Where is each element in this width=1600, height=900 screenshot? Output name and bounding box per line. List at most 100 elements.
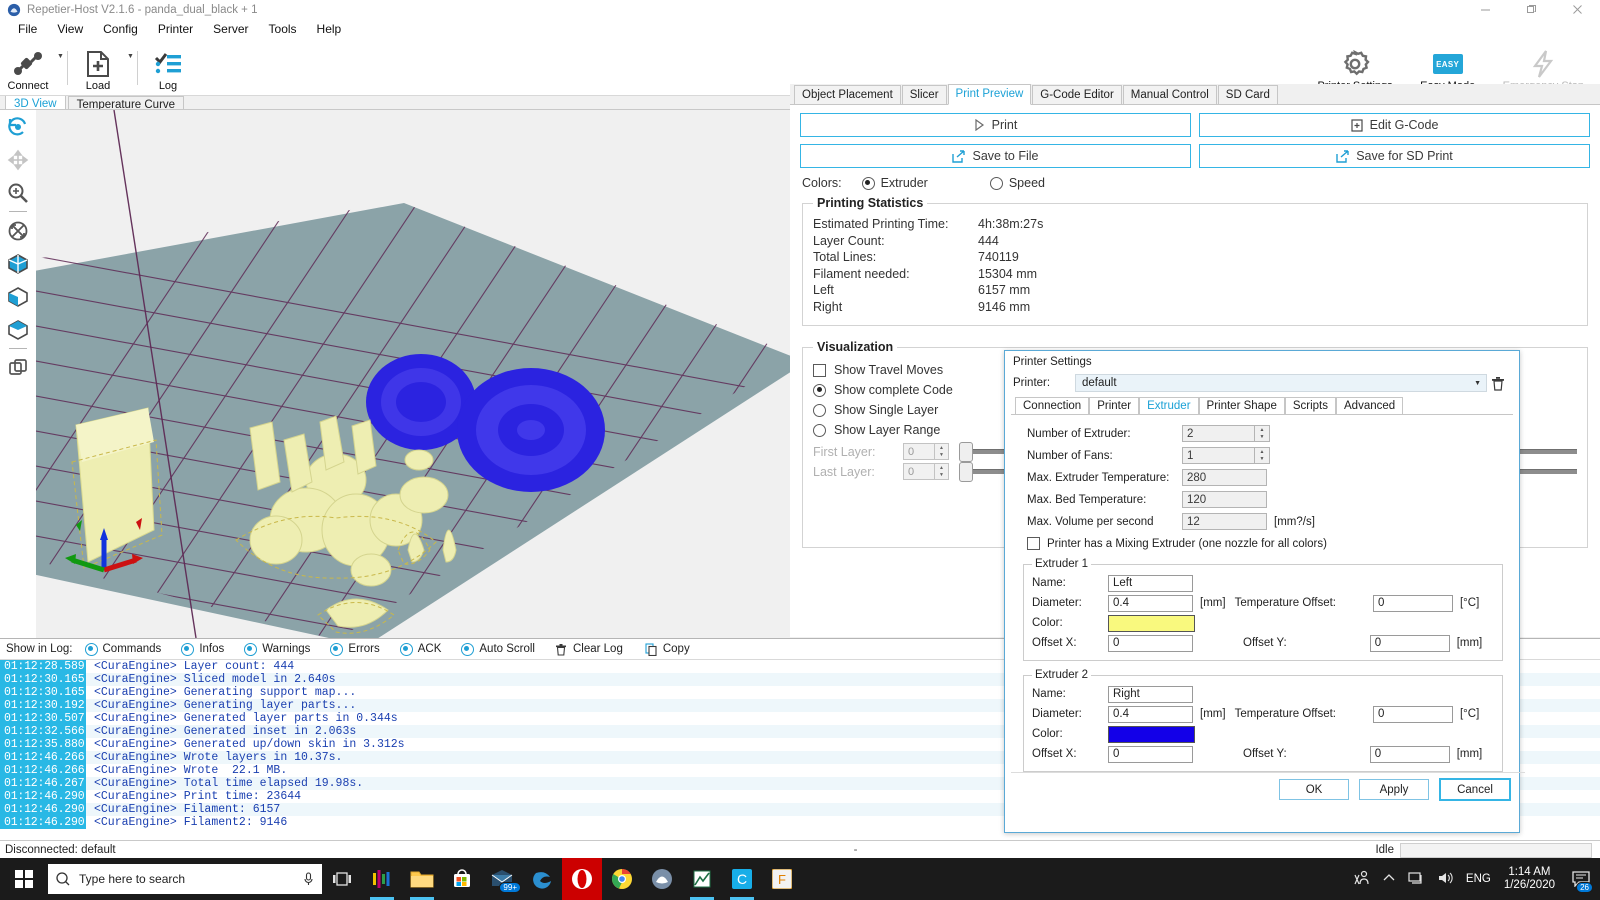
taskbar-app-c-blue[interactable]: C [722, 858, 762, 900]
first-layer-spinner[interactable]: 0 ▲ ▼ [903, 443, 949, 460]
taskbar-app-audacity[interactable] [362, 858, 402, 900]
taskbar-app-excel[interactable] [682, 858, 722, 900]
log-filter-errors[interactable]: Errors [330, 642, 380, 656]
delete-printer-button[interactable] [1487, 376, 1509, 391]
last-layer-spinner[interactable]: 0 ▲ ▼ [903, 463, 949, 480]
microphone-icon[interactable] [303, 872, 314, 886]
menu-server[interactable]: Server [203, 20, 258, 39]
printer-dropdown[interactable]: default ▼ [1075, 374, 1487, 392]
extruder2-temp-offset-input[interactable]: 0 [1372, 705, 1453, 723]
log-button[interactable]: Log [140, 41, 196, 95]
extruder2-color-swatch[interactable] [1108, 725, 1195, 743]
view-perspective-icon[interactable] [0, 280, 36, 313]
dialog-tab-printer-shape[interactable]: Printer Shape [1198, 397, 1285, 414]
view-wire-icon[interactable] [0, 351, 36, 384]
menu-view[interactable]: View [47, 20, 93, 39]
tab-gcode-editor[interactable]: G-Code Editor [1032, 85, 1122, 104]
taskbar-app-edge[interactable] [522, 858, 562, 900]
spin-buttons[interactable]: ▲ ▼ [1254, 448, 1269, 463]
ok-button[interactable]: OK [1279, 779, 1349, 800]
tab-sd-card[interactable]: SD Card [1217, 85, 1278, 104]
colors-extruder-radio[interactable]: Extruder [861, 176, 928, 190]
view-top-icon[interactable] [0, 313, 36, 346]
print-button[interactable]: Print [800, 113, 1191, 137]
view-solid-icon[interactable] [0, 247, 36, 280]
extruder1-offset-x-input[interactable]: 0 [1108, 634, 1193, 652]
colors-speed-radio[interactable]: Speed [989, 176, 1045, 190]
taskbar-app-microsoft-store[interactable] [442, 858, 482, 900]
connect-dropdown-icon[interactable]: ▼ [56, 29, 65, 95]
menu-printer[interactable]: Printer [148, 20, 203, 39]
menu-help[interactable]: Help [307, 20, 352, 39]
first-layer-spin-buttons[interactable]: ▲ ▼ [934, 444, 948, 459]
network-icon[interactable] [1408, 871, 1424, 888]
clear-log-button[interactable]: Clear Log [555, 643, 623, 656]
dialog-tab-scripts[interactable]: Scripts [1284, 397, 1337, 414]
extruder1-diameter-input[interactable]: 0.4 [1108, 594, 1193, 612]
taskbar-app-mail[interactable]: 99+ [482, 858, 522, 900]
last-layer-spin-buttons[interactable]: ▲ ▼ [934, 464, 948, 479]
load-button[interactable]: Load [70, 41, 126, 95]
slider-knob[interactable] [959, 441, 973, 462]
search-box[interactable]: Type here to search [48, 864, 322, 894]
start-button[interactable] [0, 858, 48, 900]
edit-gcode-button[interactable]: Edit G-Code [1199, 113, 1590, 137]
connect-button[interactable]: Connect [0, 41, 56, 95]
extruder2-offset-y-input[interactable]: 0 [1369, 745, 1450, 763]
max-volume-input[interactable]: 12 [1182, 513, 1267, 530]
taskbar-app-opera[interactable] [562, 858, 602, 900]
move-view-icon[interactable] [0, 143, 36, 176]
task-view-icon[interactable] [322, 858, 362, 900]
tab-object-placement[interactable]: Object Placement [794, 85, 901, 104]
taskbar-app-repetier[interactable] [642, 858, 682, 900]
slider-knob[interactable] [959, 461, 973, 482]
clock[interactable]: 1:14 AM 1/26/2020 [1504, 866, 1555, 892]
rotate-view-icon[interactable] [0, 110, 36, 143]
menu-file[interactable]: File [8, 20, 47, 39]
3d-canvas[interactable] [36, 110, 790, 638]
copy-button[interactable]: Copy [645, 642, 690, 656]
menu-tools[interactable]: Tools [259, 20, 307, 39]
load-dropdown-icon[interactable]: ▼ [126, 29, 135, 95]
taskbar-app-f-orange[interactable]: F [762, 858, 802, 900]
maximize-icon[interactable] [1508, 0, 1554, 19]
dialog-tab-extruder[interactable]: Extruder [1139, 397, 1199, 414]
extruder2-diameter-input[interactable]: 0.4 [1108, 705, 1193, 723]
number-of-fans-spinner[interactable]: 1 ▲ ▼ [1182, 447, 1270, 464]
max-extruder-temp-input[interactable]: 280 [1182, 469, 1267, 486]
extruder1-temp-offset-input[interactable]: 0 [1372, 594, 1453, 612]
menu-config[interactable]: Config [93, 20, 148, 39]
log-filter-commands[interactable]: Commands [84, 642, 161, 656]
save-for-sd-button[interactable]: Save for SD Print [1199, 144, 1590, 168]
extruder2-name-input[interactable]: Right [1108, 685, 1193, 703]
center-view-icon[interactable] [0, 214, 36, 247]
extruder1-offset-y-input[interactable]: 0 [1369, 634, 1450, 652]
spin-buttons[interactable]: ▲ ▼ [1254, 426, 1269, 441]
max-bed-temp-input[interactable]: 120 [1182, 491, 1267, 508]
minimize-icon[interactable] [1462, 0, 1508, 19]
taskbar-app-file-explorer[interactable] [402, 858, 442, 900]
log-filter-auto-scroll[interactable]: Auto Scroll [461, 642, 535, 656]
dialog-tab-advanced[interactable]: Advanced [1336, 397, 1404, 414]
tab-slicer[interactable]: Slicer [901, 85, 947, 104]
number-of-extruder-spinner[interactable]: 2 ▲ ▼ [1182, 425, 1270, 442]
log-filter-warnings[interactable]: Warnings [244, 642, 310, 656]
volume-icon[interactable] [1437, 871, 1453, 888]
mixing-extruder-checkbox[interactable]: Printer has a Mixing Extruder (one nozzl… [1011, 537, 1513, 550]
dialog-tab-printer[interactable]: Printer [1089, 397, 1140, 414]
people-icon[interactable] [1354, 870, 1370, 889]
action-center-button[interactable]: 26 [1568, 858, 1594, 900]
log-filter-infos[interactable]: Infos [181, 642, 224, 656]
language-indicator[interactable]: ENG [1466, 873, 1491, 885]
cancel-button[interactable]: Cancel [1439, 778, 1511, 801]
show-hidden-icons-chevron-up-icon[interactable] [1383, 873, 1395, 886]
extruder1-name-input[interactable]: Left [1108, 574, 1193, 592]
tab-print-preview[interactable]: Print Preview [947, 84, 1032, 105]
extruder2-offset-x-input[interactable]: 0 [1108, 745, 1193, 763]
dialog-tab-connection[interactable]: Connection [1015, 397, 1090, 414]
extruder1-color-swatch[interactable] [1108, 614, 1195, 632]
tab-manual-control[interactable]: Manual Control [1122, 85, 1217, 104]
zoom-view-icon[interactable] [0, 176, 36, 209]
apply-button[interactable]: Apply [1359, 779, 1429, 800]
save-to-file-button[interactable]: Save to File [800, 144, 1191, 168]
